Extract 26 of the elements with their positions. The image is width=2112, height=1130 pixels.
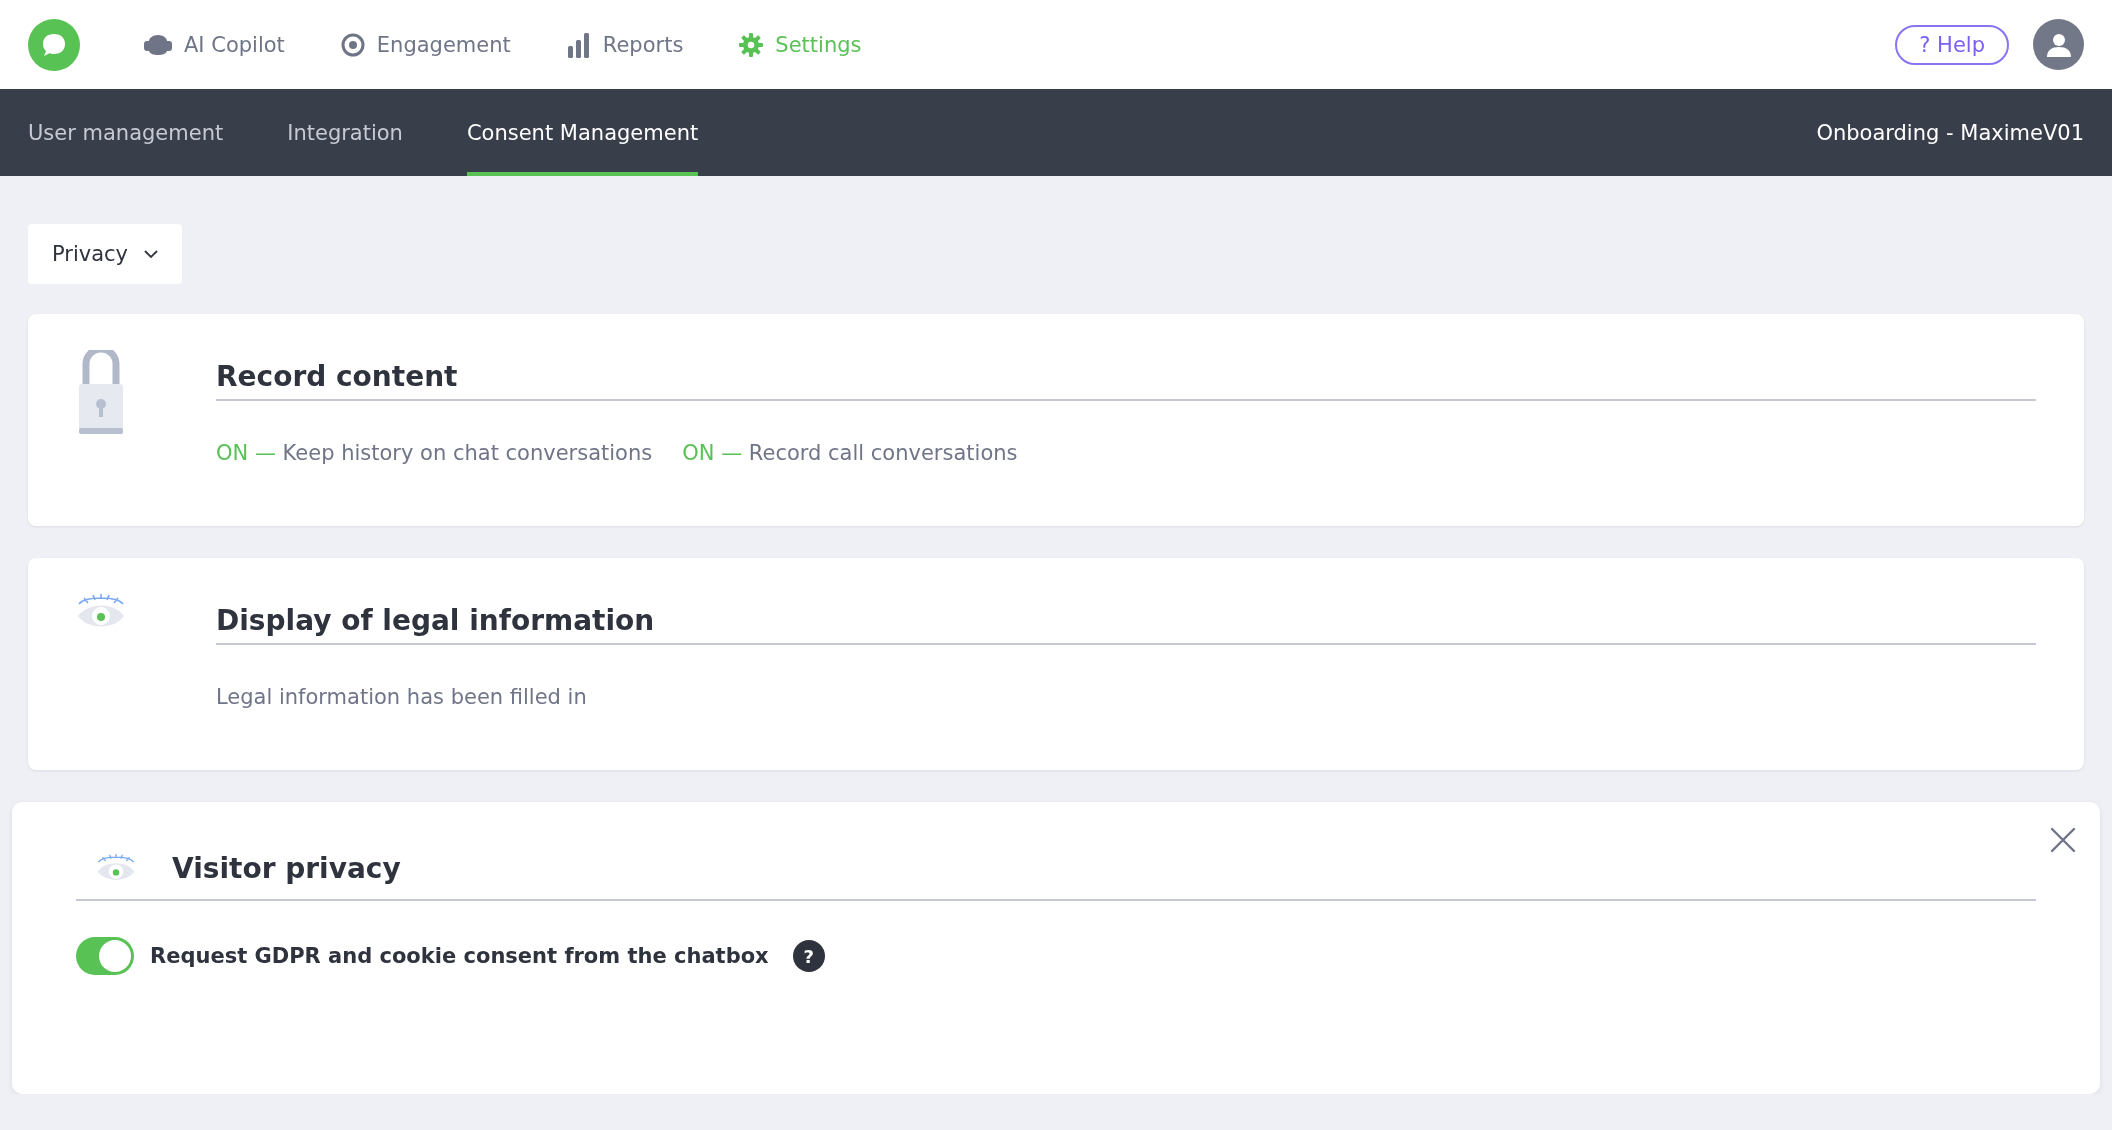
panel-title: Visitor privacy [172, 852, 401, 885]
toggle-label: Request GDPR and cookie consent from the chatbox [150, 944, 769, 968]
settings-tab[interactable]: Integration [287, 89, 403, 176]
eye-icon [96, 854, 136, 883]
card-text: Legal information has been filled in [216, 685, 588, 709]
bar-chart-icon [566, 31, 591, 58]
chevron-down-icon [144, 249, 159, 259]
settings-tab[interactable]: Consent Management [466, 89, 699, 176]
help-button[interactable]: ? Help [1895, 24, 2009, 65]
nav-item[interactable]: Reports [566, 31, 684, 58]
setting-status: ON — Keep history on chat conversations [216, 441, 653, 465]
nav-item[interactable]: AI Copilot [144, 32, 285, 57]
category-dropdown[interactable]: Privacy [28, 224, 183, 284]
card-title: Display of legal information [216, 604, 2036, 645]
nav-item[interactable]: Engagement [340, 32, 511, 57]
card-title: Record content [216, 360, 2036, 401]
user-avatar-icon[interactable] [2033, 19, 2084, 70]
chat-logo-icon[interactable] [28, 18, 80, 71]
padlock-icon [76, 350, 126, 434]
setting-status: ON — Record call conversations [682, 441, 1018, 465]
consent-toggle[interactable] [76, 937, 134, 975]
workspace-name: Onboarding - MaximeV01 [1816, 119, 2084, 147]
settings-tab[interactable]: User management [28, 89, 224, 176]
help-tooltip-icon[interactable]: ? [792, 940, 825, 972]
target-icon [340, 32, 365, 57]
robot-icon [144, 32, 172, 57]
